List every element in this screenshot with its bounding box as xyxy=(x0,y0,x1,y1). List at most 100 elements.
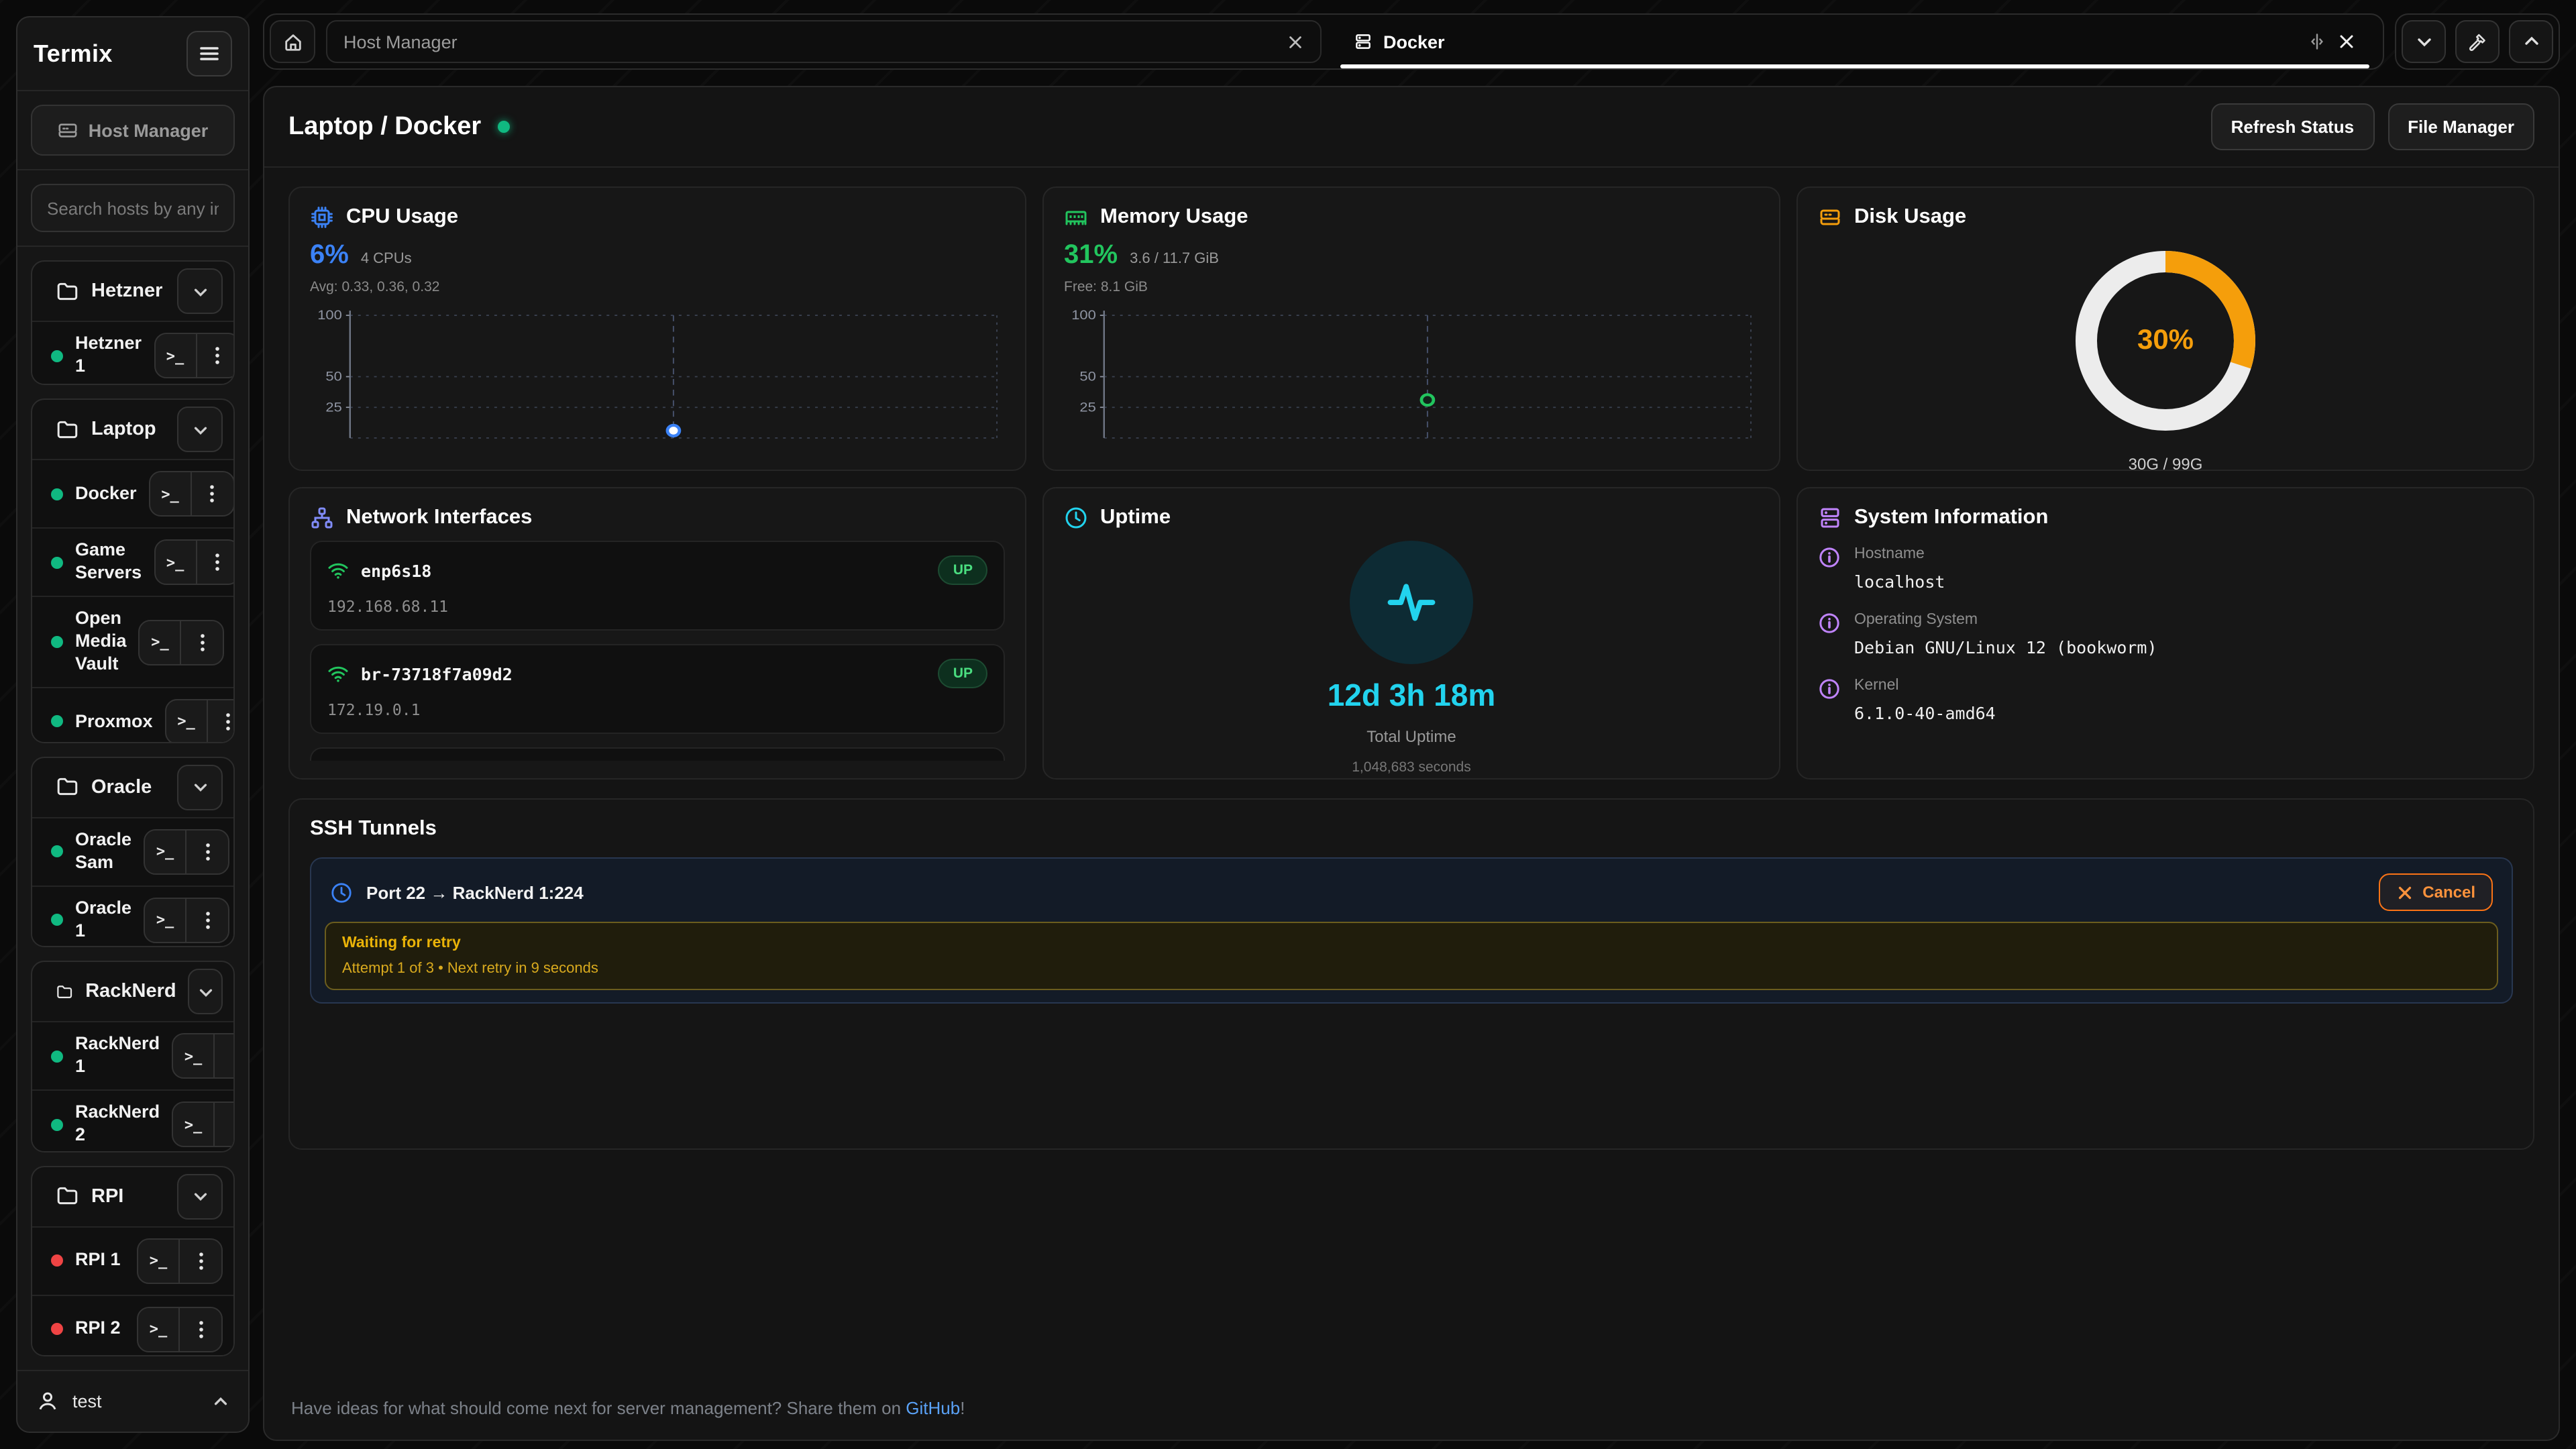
header-actions: Refresh Status File Manager xyxy=(2211,103,2534,150)
host-name: Game Servers xyxy=(75,540,142,586)
host-row[interactable]: Hetzner 1 >_ xyxy=(32,321,233,386)
host-menu-button[interactable] xyxy=(197,541,235,584)
group-header[interactable]: RPI xyxy=(32,1167,233,1226)
svg-text:100: 100 xyxy=(1071,308,1096,323)
tools-button[interactable] xyxy=(2455,20,2500,63)
terminal-button[interactable]: >_ xyxy=(150,473,192,516)
group-collapse-button[interactable] xyxy=(189,969,223,1014)
clock-icon xyxy=(1064,506,1088,530)
interface-list: enp6s18 UP 192.168.68.11 br-73718f7a09d2… xyxy=(310,541,1005,761)
disk-usage-card: Disk Usage 30% 30G / 99G Available: 65G xyxy=(1796,186,2534,471)
terminal-button[interactable]: >_ xyxy=(173,1034,215,1077)
host-status-dot xyxy=(51,488,63,500)
group-header[interactable]: Hetzner xyxy=(32,262,233,321)
host-row[interactable]: Game Servers >_ xyxy=(32,528,233,596)
host-row[interactable]: Proxmox >_ xyxy=(32,687,233,743)
group-collapse-button[interactable] xyxy=(177,268,223,314)
host-row[interactable]: Open Media Vault >_ xyxy=(32,596,233,687)
github-link[interactable]: GitHub xyxy=(906,1398,960,1418)
interface-item: br-73718f7a09d2 UP 172.19.0.1 xyxy=(310,644,1005,734)
search-input[interactable] xyxy=(31,184,235,232)
kebab-icon xyxy=(200,633,205,651)
terminal-button[interactable]: >_ xyxy=(138,1239,180,1282)
page-title: Laptop / Docker xyxy=(288,112,481,142)
host-menu-button[interactable] xyxy=(180,1239,221,1282)
terminal-button[interactable]: >_ xyxy=(145,830,186,873)
group-collapse-button[interactable] xyxy=(177,407,223,453)
host-row[interactable]: Oracle 1 >_ xyxy=(32,885,233,948)
interface-item: enp6s18 UP 192.168.68.11 xyxy=(310,541,1005,631)
host-menu-button[interactable] xyxy=(186,830,228,873)
host-row[interactable]: RPI 1 >_ xyxy=(32,1226,233,1294)
close-tab-button[interactable] xyxy=(1287,33,1304,50)
terminal-button[interactable]: >_ xyxy=(166,700,208,743)
scroll-tabs-left-button[interactable] xyxy=(2402,20,2446,63)
terminal-icon: >_ xyxy=(166,347,184,364)
host-menu-button[interactable] xyxy=(197,334,235,377)
host-actions: >_ xyxy=(154,333,235,378)
host-status-dot xyxy=(51,350,63,362)
terminal-button[interactable]: >_ xyxy=(155,334,197,377)
user-menu[interactable]: test xyxy=(17,1370,248,1432)
terminal-button[interactable]: >_ xyxy=(140,621,182,663)
terminal-button[interactable]: >_ xyxy=(173,1103,215,1146)
host-row[interactable]: RPI 2 >_ xyxy=(32,1294,233,1356)
close-tab-button[interactable] xyxy=(2337,32,2356,51)
group-header[interactable]: RackNerd xyxy=(32,962,233,1021)
username: test xyxy=(72,1391,199,1411)
sidebar-header: Termix xyxy=(17,17,248,91)
cancel-label: Cancel xyxy=(2422,883,2475,902)
tab-docker[interactable]: Docker xyxy=(1332,15,2377,68)
active-tab-underline xyxy=(1340,64,2369,68)
group-collapse-button[interactable] xyxy=(177,1173,223,1219)
host-menu-button[interactable] xyxy=(215,1103,235,1146)
host-row[interactable]: Oracle Sam >_ xyxy=(32,817,233,885)
svg-text:100: 100 xyxy=(317,308,342,323)
sidebar-menu-button[interactable] xyxy=(186,31,232,76)
svg-text:25: 25 xyxy=(325,400,341,415)
host-status-dot xyxy=(51,557,63,569)
host-actions: >_ xyxy=(144,829,229,875)
split-view-button[interactable] xyxy=(2308,32,2326,51)
tab-label: Docker xyxy=(1383,32,2297,52)
interface-status-badge: UP xyxy=(938,659,987,688)
system-row-value: localhost xyxy=(1854,572,1945,592)
group-name: RackNerd xyxy=(85,981,176,1002)
host-menu-button[interactable] xyxy=(182,621,223,663)
host-actions: >_ xyxy=(144,898,229,943)
host-menu-button[interactable] xyxy=(208,700,235,743)
host-manager-button[interactable]: Host Manager xyxy=(31,105,235,156)
group-header[interactable]: Laptop xyxy=(32,400,233,460)
host-row[interactable]: RackNerd 2 >_ xyxy=(32,1089,233,1152)
system-row-label: Hostname xyxy=(1854,546,1945,562)
terminal-button[interactable]: >_ xyxy=(145,899,186,942)
refresh-status-button[interactable]: Refresh Status xyxy=(2211,103,2375,150)
host-status-dot xyxy=(51,1050,63,1062)
file-manager-button[interactable]: File Manager xyxy=(2387,103,2534,150)
folder-icon xyxy=(56,776,79,799)
host-name: Open Media Vault xyxy=(75,608,127,676)
host-row[interactable]: Docker >_ xyxy=(32,460,233,528)
host-menu-button[interactable] xyxy=(192,473,233,516)
scroll-tabs-right-button[interactable] xyxy=(2509,20,2553,63)
group-collapse-button[interactable] xyxy=(177,765,223,810)
group-header[interactable]: Oracle xyxy=(32,758,233,817)
chevron-up-icon xyxy=(2522,32,2540,51)
warning-detail: Attempt 1 of 3 • Next retry in 9 seconds xyxy=(342,961,2481,977)
host-menu-button[interactable] xyxy=(186,899,228,942)
host-name: RPI 2 xyxy=(75,1318,125,1340)
terminal-button[interactable]: >_ xyxy=(138,1307,180,1350)
host-group-rpi: RPI RPI 1 >_ RPI 2 xyxy=(31,1165,235,1356)
host-row[interactable]: RackNerd 1 >_ xyxy=(32,1021,233,1089)
tab-label: Host Manager xyxy=(343,32,1276,52)
system-row-value: 6.1.0-40-amd64 xyxy=(1854,703,1996,723)
main-area: Host Manager Docker xyxy=(250,0,2576,1449)
tab-host-manager[interactable]: Host Manager xyxy=(326,20,1322,63)
host-menu-button[interactable] xyxy=(215,1034,235,1077)
hamburger-icon xyxy=(199,43,220,64)
host-menu-button[interactable] xyxy=(180,1307,221,1350)
terminal-icon: >_ xyxy=(177,713,195,731)
cancel-tunnel-button[interactable]: Cancel xyxy=(2378,873,2493,911)
terminal-button[interactable]: >_ xyxy=(155,541,197,584)
home-tab-button[interactable] xyxy=(270,20,315,63)
